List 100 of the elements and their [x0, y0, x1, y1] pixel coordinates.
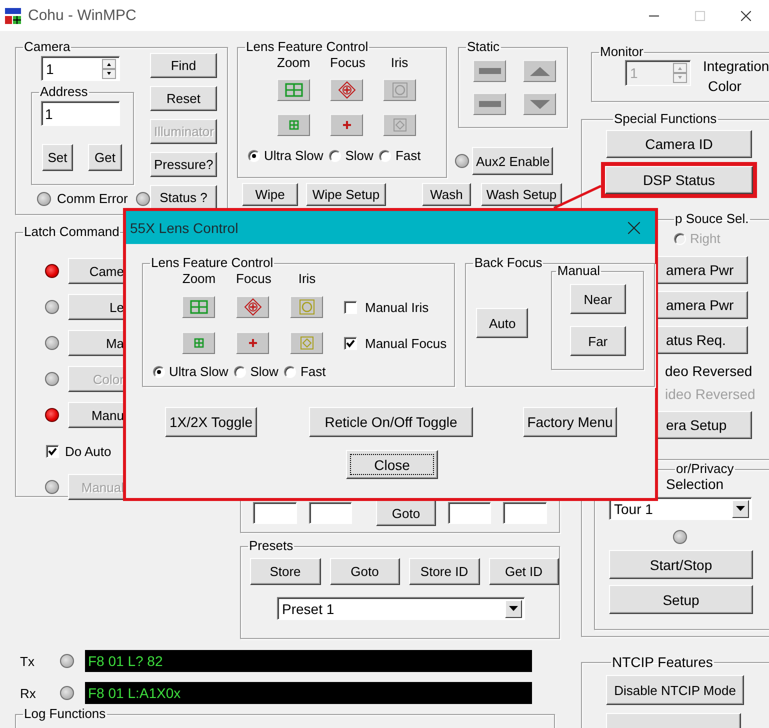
group-title: Presets — [248, 539, 294, 553]
button[interactable]: Le — [68, 294, 126, 320]
button[interactable]: Manu — [68, 402, 126, 428]
radio-label: Slow — [250, 364, 278, 379]
lens-button[interactable] — [330, 114, 363, 136]
spin-arrows-icon — [673, 63, 687, 83]
option-label: Color — [707, 77, 742, 96]
button[interactable]: Set — [42, 144, 73, 171]
checkbox-label: Manual Iris — [365, 300, 429, 314]
option-label: ideo Reversed — [665, 386, 756, 402]
checkbox[interactable] — [344, 336, 357, 350]
grid-icon — [284, 83, 302, 97]
button[interactable]: Find — [150, 53, 217, 78]
lens-button[interactable] — [330, 79, 363, 101]
plus-icon — [248, 338, 258, 348]
button[interactable]: Goto — [376, 500, 436, 526]
column-label: Iris — [390, 55, 410, 70]
dropdown[interactable]: Preset 1 — [277, 597, 525, 620]
button[interactable]: Store — [250, 558, 320, 585]
circle-icon — [298, 299, 314, 315]
number-field[interactable]: 1 — [41, 56, 120, 81]
check-icon — [48, 446, 57, 456]
button[interactable]: Get ID — [488, 558, 559, 585]
lens-button[interactable] — [277, 79, 310, 101]
group-title: Lens Feature Control — [150, 256, 274, 270]
input-field[interactable] — [308, 502, 352, 524]
button[interactable]: Auto — [476, 308, 528, 338]
button[interactable]: Came — [68, 258, 126, 284]
lens-button[interactable] — [182, 332, 215, 354]
radio-button[interactable] — [379, 150, 392, 162]
group-title: NTCIP Features — [611, 655, 714, 669]
lens-button[interactable] — [236, 296, 269, 318]
lens-button[interactable] — [290, 296, 323, 318]
button[interactable]: Wipe Setup — [306, 183, 386, 206]
button[interactable]: Reticle On/Off Toggle — [309, 407, 473, 437]
group-title: or/Privacy — [675, 462, 735, 476]
button[interactable]: Aux2 Enable — [472, 147, 553, 175]
button[interactable]: DSP Status — [605, 166, 753, 194]
button[interactable]: Factory Menu — [523, 407, 617, 437]
input-field[interactable] — [253, 502, 296, 524]
option-label: deo Reversed — [665, 362, 754, 378]
group-title: Latch Command — [23, 225, 120, 239]
button[interactable]: Far — [570, 326, 626, 356]
button[interactable]: Store ID — [409, 558, 480, 585]
input-field[interactable] — [448, 502, 492, 524]
square-icon — [300, 336, 314, 350]
message-display: F8 01 L:A1X0x — [85, 682, 532, 704]
button[interactable]: Reset — [150, 86, 217, 111]
button[interactable]: 1X/2X Toggle — [165, 407, 257, 437]
radio-button[interactable] — [284, 366, 296, 378]
radio-button[interactable] — [674, 232, 686, 244]
radio-button[interactable] — [329, 150, 342, 162]
column-label: Iris — [297, 271, 317, 286]
grid-icon — [194, 338, 204, 348]
checkbox[interactable] — [344, 300, 357, 314]
button[interactable]: Disable NTCIP Mode — [606, 675, 744, 705]
button[interactable]: Close — [346, 450, 438, 479]
static-button[interactable] — [473, 60, 506, 82]
button[interactable]: Setup — [609, 585, 753, 614]
group-title: Camera — [23, 40, 72, 54]
input-field[interactable]: 1 — [41, 101, 120, 126]
column-label: Focus — [236, 271, 270, 286]
button[interactable]: Start/Stop — [609, 550, 753, 579]
group-title: Monitor — [599, 45, 644, 59]
static-button[interactable] — [523, 60, 556, 82]
button[interactable]: Wash — [422, 183, 471, 206]
lens-button[interactable] — [236, 332, 269, 354]
spin-arrows-icon — [102, 58, 116, 78]
radio-button[interactable] — [234, 366, 246, 378]
button[interactable]: Ma — [68, 330, 126, 356]
static-button[interactable] — [473, 93, 506, 115]
button[interactable]: Wipe — [242, 183, 298, 206]
button[interactable]: Wash Setup — [481, 183, 562, 206]
button[interactable]: Status ? — [150, 185, 217, 210]
checkbox-label: Manual Focus — [365, 336, 447, 350]
circle-icon — [392, 82, 408, 98]
lens-button[interactable] — [277, 114, 310, 136]
lens-button[interactable] — [182, 296, 215, 318]
dash-icon — [478, 101, 500, 107]
dropdown[interactable]: Tour 1 — [609, 497, 752, 520]
radio-label: Slow — [345, 148, 374, 163]
grid-icon — [288, 120, 298, 130]
button[interactable]: Near — [570, 284, 626, 314]
lens-button[interactable] — [290, 332, 323, 354]
group-title: Manual — [556, 264, 602, 278]
checkbox[interactable] — [46, 444, 59, 458]
button[interactable]: Get — [88, 144, 122, 171]
static-button[interactable] — [523, 93, 556, 115]
button[interactable]: Camera ID — [606, 130, 752, 158]
plus-icon — [342, 120, 352, 130]
group-title: Static — [466, 40, 501, 54]
radio-label: Fast — [300, 364, 326, 379]
button[interactable]: Goto — [330, 558, 400, 585]
down-triangle-icon — [530, 100, 550, 108]
button[interactable]: Pressure? — [150, 152, 217, 177]
radio-button[interactable] — [248, 150, 260, 162]
maximize-icon — [695, 10, 705, 20]
close-icon — [628, 222, 640, 234]
radio-button[interactable] — [153, 366, 165, 378]
input-field[interactable] — [503, 502, 547, 524]
